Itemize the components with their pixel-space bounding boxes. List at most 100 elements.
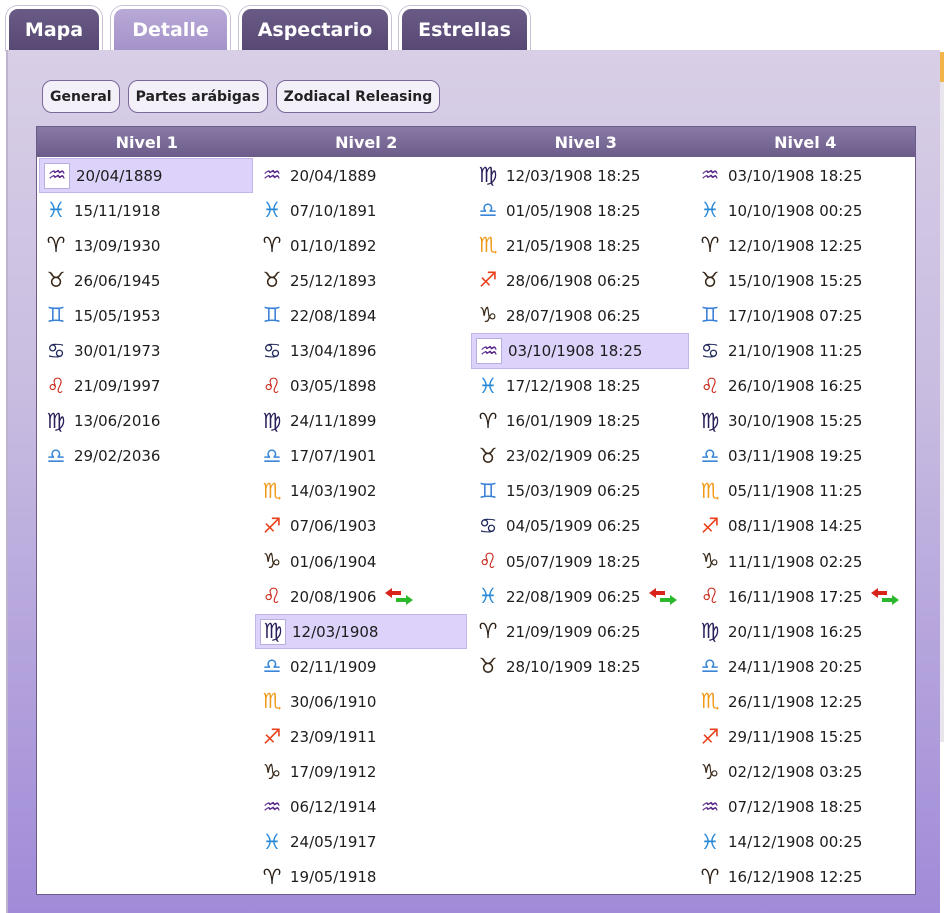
table-row[interactable]: ♓ 14/12/1908 00:25: [693, 825, 911, 860]
table-row[interactable]: ♐ 07/06/1903: [255, 509, 467, 544]
table-row[interactable]: ♏ 30/06/1910: [255, 684, 467, 719]
table-row[interactable]: ♉ 15/10/1908 15:25: [693, 263, 911, 298]
tab-aspectario[interactable]: Aspectario: [239, 6, 391, 50]
table-row[interactable]: ♌ 16/11/1908 17:25: [693, 579, 911, 614]
table-row[interactable]: ♑ 11/11/1908 02:25: [693, 544, 911, 579]
table-row[interactable]: ♓ 10/10/1908 00:25: [693, 193, 911, 228]
gemini-icon: ♊: [46, 303, 66, 328]
table-row[interactable]: ♓ 15/11/1918: [39, 193, 253, 228]
table-row[interactable]: ♈ 16/12/1908 12:25: [693, 860, 911, 894]
period-date: 07/12/1908 18:25: [728, 798, 863, 817]
aries-icon: ♈: [478, 408, 498, 433]
table-row[interactable]: ♍ 20/11/1908 16:25: [693, 614, 911, 649]
table-row[interactable]: ♎ 03/11/1908 19:25: [693, 439, 911, 474]
table-row[interactable]: ♑ 02/12/1908 03:25: [693, 755, 911, 790]
table-row[interactable]: ♒ 20/04/1889: [255, 158, 467, 193]
period-date: 26/11/1908 12:25: [728, 692, 863, 711]
table-row[interactable]: ♈ 19/05/1918: [255, 860, 467, 894]
table-row[interactable]: ♋ 21/10/1908 11:25: [693, 333, 911, 368]
tab-mapa[interactable]: Mapa: [6, 6, 102, 50]
table-row[interactable]: ♓ 24/05/1917: [255, 825, 467, 860]
table-row[interactable]: ♑ 01/06/1904: [255, 544, 467, 579]
table-row[interactable]: ♍ 24/11/1899: [255, 404, 467, 439]
period-date: 14/12/1908 00:25: [728, 833, 863, 852]
period-date: 17/07/1901: [290, 447, 377, 466]
table-row[interactable]: ♌ 26/10/1908 16:25: [693, 369, 911, 404]
table-row[interactable]: ♊ 22/08/1894: [255, 298, 467, 333]
table-row[interactable]: ♑ 17/09/1912: [255, 755, 467, 790]
table-row[interactable]: ♑ 28/07/1908 06:25: [471, 298, 689, 333]
table-row[interactable]: ♉ 25/12/1893: [255, 263, 467, 298]
table-row[interactable]: ♒ 03/10/1908 18:25: [693, 158, 911, 193]
table-header: Nivel 1 Nivel 2 Nivel 3 Nivel 4: [37, 127, 915, 157]
period-date: 22/08/1894: [290, 306, 377, 325]
period-date: 28/10/1909 18:25: [506, 657, 641, 676]
table-row[interactable]: ♓ 17/12/1908 18:25: [471, 369, 689, 404]
table-row[interactable]: ♒ 07/12/1908 18:25: [693, 790, 911, 825]
table-row[interactable]: ♉ 28/10/1909 18:25: [471, 649, 689, 684]
table-row[interactable]: ♌ 20/08/1906: [255, 579, 467, 614]
table-row[interactable]: ♌ 05/07/1909 18:25: [471, 544, 689, 579]
table-row[interactable]: ♎ 17/07/1901: [255, 439, 467, 474]
loosing-bond-icon: [649, 587, 678, 605]
capricorn-icon: ♑: [262, 759, 282, 784]
table-row[interactable]: ♏ 26/11/1908 12:25: [693, 684, 911, 719]
table-row[interactable]: ♏ 05/11/1908 11:25: [693, 474, 911, 509]
period-date: 23/02/1909 06:25: [506, 447, 641, 466]
aries-icon: ♈: [262, 233, 282, 258]
scrollbar[interactable]: [940, 82, 944, 742]
table-row[interactable]: ♓ 07/10/1891: [255, 193, 467, 228]
table-row[interactable]: ♈ 16/01/1909 18:25: [471, 404, 689, 439]
table-row[interactable]: ♋ 04/05/1909 06:25: [471, 509, 689, 544]
table-row[interactable]: ♍ 13/06/2016: [39, 404, 253, 439]
table-row[interactable]: ♎ 24/11/1908 20:25: [693, 649, 911, 684]
table-row[interactable]: ♐ 08/11/1908 14:25: [693, 509, 911, 544]
column-header-nivel-4: Nivel 4: [774, 132, 837, 152]
period-date: 24/05/1917: [290, 833, 377, 852]
table-row[interactable]: ♌ 03/05/1898: [255, 369, 467, 404]
table-row[interactable]: ♈ 13/09/1930: [39, 228, 253, 263]
table-row[interactable]: ♈ 01/10/1892: [255, 228, 467, 263]
table-row[interactable]: ♐ 28/06/1908 06:25: [471, 263, 689, 298]
table-row[interactable]: ♒ 20/04/1889: [39, 158, 253, 194]
table-row[interactable]: ♍ 30/10/1908 15:25: [693, 404, 911, 439]
table-row[interactable]: ♈ 21/09/1909 06:25: [471, 614, 689, 649]
tab-estrellas[interactable]: Estrellas: [399, 6, 530, 50]
table-row[interactable]: ♊ 15/05/1953: [39, 298, 253, 333]
leo-icon: ♌: [700, 373, 720, 398]
table-row[interactable]: ♏ 21/05/1908 18:25: [471, 228, 689, 263]
table-row[interactable]: ♋ 13/04/1896: [255, 333, 467, 368]
partes-arabigas-button[interactable]: Partes arábigas: [127, 80, 268, 113]
table-row[interactable]: ♈ 12/10/1908 12:25: [693, 228, 911, 263]
table-row[interactable]: ♓ 22/08/1909 06:25: [471, 579, 689, 614]
table-row[interactable]: ♌ 21/09/1997: [39, 369, 253, 404]
period-date: 12/03/1908: [292, 622, 379, 641]
table-row[interactable]: ♎ 01/05/1908 18:25: [471, 193, 689, 228]
leo-icon: ♌: [262, 584, 282, 609]
table-row[interactable]: ♍ 12/03/1908: [255, 614, 467, 650]
table-row[interactable]: ♐ 23/09/1911: [255, 720, 467, 755]
table-row[interactable]: ♉ 26/06/1945: [39, 263, 253, 298]
sagittarius-icon: ♐: [700, 724, 720, 749]
table-row[interactable]: ♉ 23/02/1909 06:25: [471, 439, 689, 474]
table-row[interactable]: ♎ 02/11/1909: [255, 649, 467, 684]
period-date: 29/02/2036: [74, 447, 161, 466]
table-row[interactable]: ♐ 29/11/1908 15:25: [693, 720, 911, 755]
table-row[interactable]: ♏ 14/03/1902: [255, 474, 467, 509]
virgo-icon: ♍: [46, 408, 66, 433]
period-date: 15/05/1953: [74, 306, 161, 325]
table-row[interactable]: ♋ 30/01/1973: [39, 333, 253, 368]
general-button[interactable]: General: [42, 80, 120, 113]
aries-icon: ♈: [700, 864, 720, 889]
libra-icon: ♎: [478, 198, 498, 223]
tab-detalle[interactable]: Detalle: [111, 6, 230, 50]
zodiacal-releasing-button[interactable]: Zodiacal Releasing: [275, 80, 441, 113]
taurus-icon: ♉: [478, 654, 498, 679]
table-row[interactable]: ♒ 06/12/1914: [255, 790, 467, 825]
table-row[interactable]: ♊ 17/10/1908 07:25: [693, 298, 911, 333]
table-row[interactable]: ♎ 29/02/2036: [39, 439, 253, 474]
table-row[interactable]: ♊ 15/03/1909 06:25: [471, 474, 689, 509]
period-date: 22/08/1909 06:25: [506, 587, 641, 606]
table-row[interactable]: ♒ 03/10/1908 18:25: [471, 333, 689, 369]
table-row[interactable]: ♍ 12/03/1908 18:25: [471, 158, 689, 193]
